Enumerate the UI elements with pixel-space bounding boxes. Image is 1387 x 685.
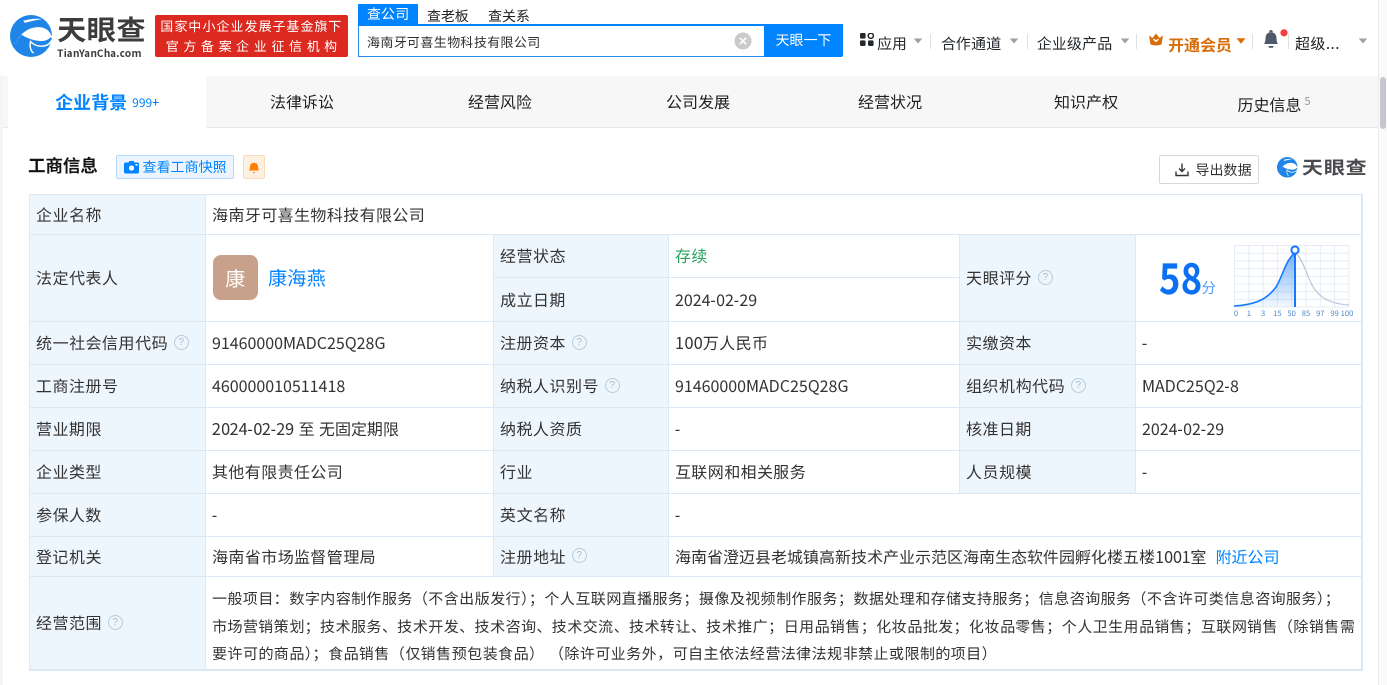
svg-text:1: 1 bbox=[1247, 308, 1251, 319]
svg-text:0: 0 bbox=[1234, 308, 1238, 319]
svg-text:3: 3 bbox=[1261, 308, 1265, 319]
svg-text:15: 15 bbox=[1273, 308, 1281, 319]
svg-text:85: 85 bbox=[1302, 308, 1310, 319]
svg-text:100: 100 bbox=[1341, 308, 1354, 319]
svg-text:50: 50 bbox=[1287, 308, 1295, 319]
svg-text:97: 97 bbox=[1316, 308, 1324, 319]
svg-text:99: 99 bbox=[1330, 308, 1338, 319]
